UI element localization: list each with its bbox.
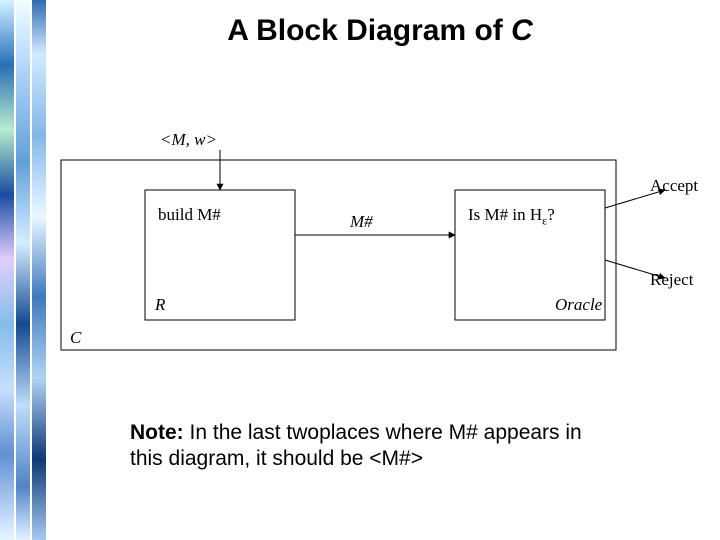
title-prefix: A Block Diagram of [227, 14, 511, 47]
note-body: In the last twoplaces where M# appears i… [130, 421, 582, 470]
box2-footer: Oracle [555, 295, 602, 315]
outer-box-label: C [70, 328, 81, 348]
strip-col [0, 0, 14, 540]
input-label: <M, w> [160, 130, 217, 150]
box2-main: Is M# in Hε? [468, 205, 555, 228]
title-italic-c: C [511, 14, 533, 47]
page-title: A Block Diagram of C [60, 14, 700, 48]
output-accept: Accept [650, 176, 698, 196]
box1-main: build M# [158, 205, 221, 225]
mid-arrow-label: M# [350, 212, 373, 232]
strip-col [16, 0, 30, 540]
diagram-svg [60, 130, 700, 360]
slide: A Block Diagram of C <M, w> [0, 0, 720, 540]
block-diagram: <M, w> build M# R M# Is M# in Hε? Oracle… [60, 130, 700, 360]
note-bold: Note: [130, 421, 184, 444]
decorative-side-strip [0, 0, 46, 540]
box1-sub: R [155, 295, 165, 315]
strip-col [32, 0, 46, 540]
note-text: Note: In the last twoplaces where M# app… [130, 420, 600, 473]
output-reject: Reject [650, 270, 693, 290]
